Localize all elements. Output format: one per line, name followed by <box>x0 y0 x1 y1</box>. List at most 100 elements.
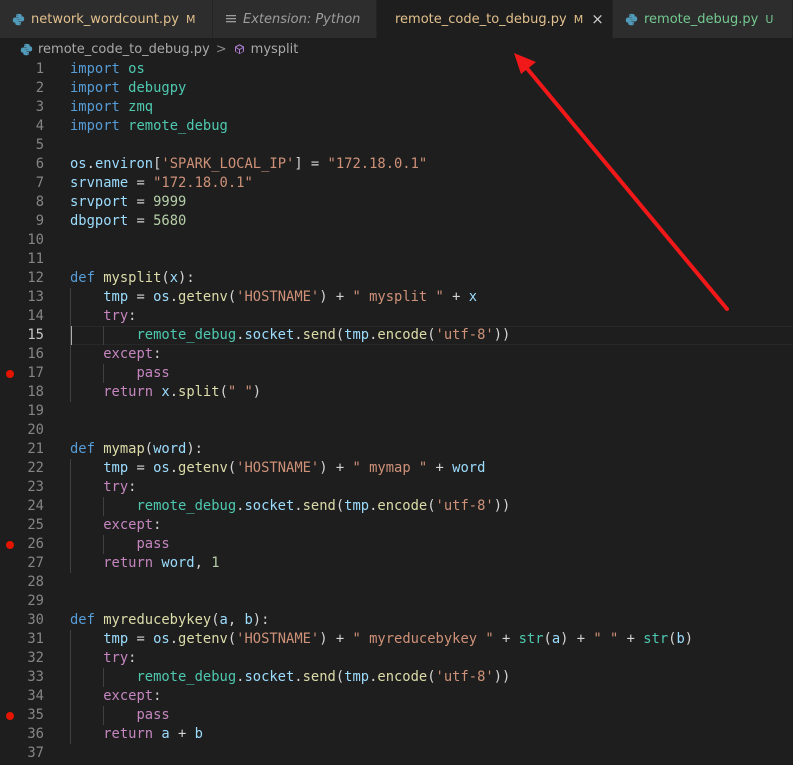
code-line[interactable]: 36 return a + b <box>0 725 793 744</box>
code-token: : <box>153 346 162 362</box>
code-line[interactable]: 24 remote_debug.socket.send(tmp.encode('… <box>0 497 793 516</box>
code-line[interactable]: 12 def mysplit(x): <box>0 269 793 288</box>
indent-guide <box>103 535 105 554</box>
code-token: = <box>128 631 154 647</box>
untracked-badge: U <box>765 12 774 26</box>
code-token: 'utf-8' <box>435 327 494 343</box>
code-line[interactable]: 9 dbgport = 5680 <box>0 212 793 231</box>
code-line[interactable]: 5 <box>0 136 793 155</box>
code-text: return a + b <box>70 725 203 744</box>
code-token: encode <box>377 327 428 343</box>
code-token: tmp <box>344 669 370 685</box>
code-token: word <box>153 441 187 457</box>
code-token: + <box>618 631 644 647</box>
code-text: try: <box>70 478 136 497</box>
code-line[interactable]: 21 def mymap(word): <box>0 440 793 459</box>
code-line[interactable]: 32 try: <box>0 649 793 668</box>
code-line[interactable]: 1 import os <box>0 60 793 79</box>
code-line[interactable]: 4 import remote_debug <box>0 117 793 136</box>
code-token: " " <box>593 631 619 647</box>
code-line[interactable]: 13 tmp = os.getenv('HOSTNAME') + " myspl… <box>0 288 793 307</box>
code-line[interactable]: 25 except: <box>0 516 793 535</box>
code-line[interactable]: 33 remote_debug.socket.send(tmp.encode('… <box>0 668 793 687</box>
code-token: ( <box>161 270 170 286</box>
code-token: : <box>128 308 137 324</box>
code-token: : <box>128 650 137 666</box>
code-line[interactable]: 7 srvname = "172.18.0.1" <box>0 174 793 193</box>
code-token: ] = <box>294 156 328 172</box>
breadcrumb: remote_code_to_debug.py > mysplit <box>0 38 793 60</box>
code-line[interactable]: 17 pass <box>0 364 793 383</box>
code-line[interactable]: 34 except: <box>0 687 793 706</box>
code-text: os.environ['SPARK_LOCAL_IP'] = "172.18.0… <box>70 155 427 174</box>
code-token: )) <box>493 327 511 343</box>
code-line[interactable]: 10 <box>0 231 793 250</box>
code-token: 5680 <box>153 213 187 229</box>
code-line[interactable]: 35 pass <box>0 706 793 725</box>
code-line[interactable]: 19 <box>0 402 793 421</box>
code-text: srvname = "172.18.0.1" <box>70 174 253 193</box>
line-number: 20 <box>27 422 44 438</box>
code-token: dbgport <box>70 213 129 229</box>
code-token: = <box>128 460 154 476</box>
code-line[interactable]: 8 srvport = 9999 <box>0 193 793 212</box>
code-editor[interactable]: 1 import os 2 import debugpy 3 import zmq 4 imp… <box>0 60 793 765</box>
indent-guide <box>70 630 71 744</box>
code-token: send <box>302 327 336 343</box>
code-token: import <box>70 118 120 134</box>
line-number: 19 <box>27 403 44 419</box>
code-text: def mymap(word): <box>70 440 203 459</box>
code-text: import remote_debug <box>70 117 228 136</box>
code-line[interactable]: 29 <box>0 592 793 611</box>
tab-extension-python[interactable]: Extension: Python <box>213 0 377 38</box>
tab-remote-code-to-debug[interactable]: remote_code_to_debug.py M × <box>377 0 613 38</box>
code-line[interactable]: 31 tmp = os.getenv('HOSTNAME') + " myred… <box>0 630 793 649</box>
code-token: ) + <box>319 460 353 476</box>
code-text: remote_debug.socket.send(tmp.encode('utf… <box>70 497 510 516</box>
code-line[interactable]: 6 os.environ['SPARK_LOCAL_IP'] = "172.18.… <box>0 155 793 174</box>
breadcrumb-file[interactable]: remote_code_to_debug.py <box>38 42 210 57</box>
line-number: 18 <box>27 384 44 400</box>
code-token: except <box>103 517 154 533</box>
close-icon[interactable]: × <box>591 10 604 28</box>
code-token: ( <box>219 384 228 400</box>
line-number: 12 <box>27 270 44 286</box>
code-token: getenv <box>178 631 228 647</box>
code-line[interactable]: 2 import debugpy <box>0 79 793 98</box>
code-line[interactable]: 28 <box>0 573 793 592</box>
code-line[interactable]: 20 <box>0 421 793 440</box>
code-token: ( <box>427 327 436 343</box>
line-number: 31 <box>27 631 44 647</box>
tab-remote-debug[interactable]: remote_debug.py U <box>613 0 793 38</box>
breadcrumb-symbol[interactable]: mysplit <box>251 42 299 57</box>
code-token: def <box>70 612 95 628</box>
code-token: "172.18.0.1" <box>327 156 428 172</box>
tab-network-wordcount[interactable]: network_wordcount.py M <box>0 0 213 38</box>
code-line[interactable]: 23 try: <box>0 478 793 497</box>
code-line[interactable]: 14 try: <box>0 307 793 326</box>
code-line[interactable]: 26 pass <box>0 535 793 554</box>
code-line[interactable]: 3 import zmq <box>0 98 793 117</box>
code-line[interactable]: 11 <box>0 250 793 269</box>
code-token: . <box>294 498 303 514</box>
code-line[interactable]: 15 remote_debug.socket.send(tmp.encode('… <box>0 326 793 345</box>
indent-guide <box>70 288 71 402</box>
code-token: word <box>161 555 195 571</box>
code-token: str <box>518 631 544 647</box>
code-text: return word, 1 <box>70 554 219 573</box>
modified-badge: M <box>573 12 584 26</box>
code-line[interactable]: 18 return x.split(" ") <box>0 383 793 402</box>
code-text: return x.split(" ") <box>70 383 261 402</box>
line-number: 11 <box>27 251 44 267</box>
code-line[interactable]: 37 <box>0 744 793 763</box>
code-line[interactable]: 30 def myreducebykey(a, b): <box>0 611 793 630</box>
code-line[interactable]: 22 tmp = os.getenv('HOSTNAME') + " mymap… <box>0 459 793 478</box>
code-line[interactable]: 27 return word, 1 <box>0 554 793 573</box>
code-line[interactable]: 16 except: <box>0 345 793 364</box>
